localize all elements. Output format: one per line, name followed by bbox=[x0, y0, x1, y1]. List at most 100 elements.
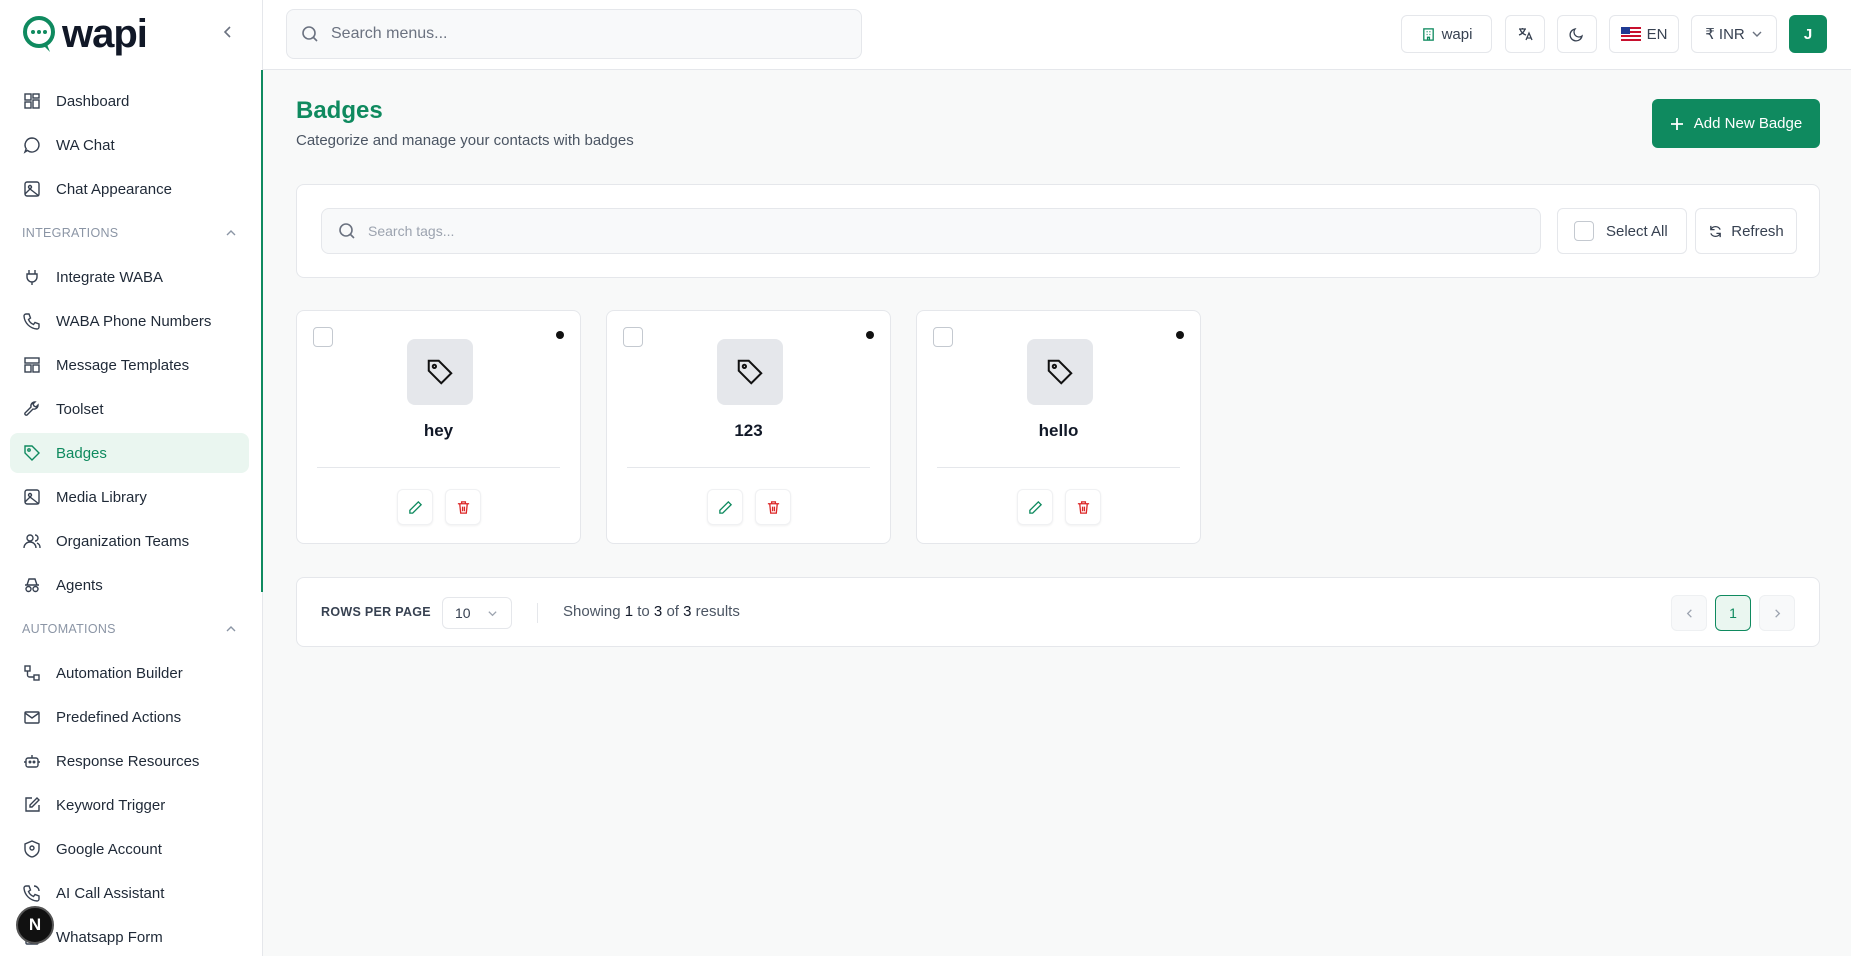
trash-icon bbox=[1077, 500, 1089, 514]
badge-color-dot bbox=[556, 331, 564, 339]
sidebar-item-toolset[interactable]: Toolset bbox=[10, 389, 249, 429]
pencil-icon bbox=[718, 500, 732, 514]
edit-badge-button[interactable] bbox=[397, 489, 433, 525]
edit-badge-button[interactable] bbox=[1017, 489, 1053, 525]
badge-icon-box bbox=[1027, 339, 1093, 405]
total-count: 3 bbox=[683, 603, 692, 620]
sidebar-item-response-resources[interactable]: Response Resources bbox=[10, 741, 249, 781]
sidebar-item-ai-call-assistant[interactable]: AI Call Assistant bbox=[10, 873, 249, 913]
sidebar-item-predefined-actions[interactable]: Predefined Actions bbox=[10, 697, 249, 737]
sidebar-item-label: Chat Appearance bbox=[56, 180, 172, 198]
collapse-sidebar-button[interactable] bbox=[218, 22, 238, 42]
sidebar-item-organization-teams[interactable]: Organization Teams bbox=[10, 521, 249, 561]
currency-selector[interactable]: ₹ INR bbox=[1691, 15, 1777, 53]
tag-icon bbox=[1047, 359, 1073, 385]
delete-badge-button[interactable] bbox=[445, 489, 481, 525]
sidebar-item-google-account[interactable]: Google Account bbox=[10, 829, 249, 869]
language-label: EN bbox=[1646, 25, 1668, 43]
search-icon bbox=[339, 223, 355, 239]
select-all-button[interactable]: Select All bbox=[1557, 208, 1687, 254]
chevron-left-icon bbox=[1686, 608, 1692, 618]
menu-search-input[interactable] bbox=[331, 25, 831, 43]
rows-per-page-select[interactable]: 10 bbox=[442, 597, 512, 629]
app-logo[interactable]: wapi bbox=[20, 12, 148, 56]
sidebar-item-label: WA Chat bbox=[56, 136, 115, 154]
template-icon bbox=[24, 357, 40, 373]
section-integrations-toggle[interactable]: INTEGRATIONS bbox=[10, 213, 249, 253]
workspace-label: wapi bbox=[1441, 25, 1473, 43]
sidebar-item-label: Predefined Actions bbox=[56, 708, 182, 726]
refresh-icon bbox=[1710, 225, 1722, 237]
image-icon bbox=[24, 181, 40, 197]
section-automations-toggle[interactable]: AUTOMATIONS bbox=[10, 609, 249, 649]
user-avatar[interactable]: J bbox=[1789, 15, 1827, 53]
page-title: Badges bbox=[296, 97, 383, 124]
sidebar-item-media-library[interactable]: Media Library bbox=[10, 477, 249, 517]
sidebar-item-automation-builder[interactable]: Automation Builder bbox=[10, 653, 249, 693]
tag-search-input[interactable] bbox=[368, 223, 1518, 239]
bot-icon bbox=[24, 755, 40, 768]
page-subtitle: Categorize and manage your contacts with… bbox=[296, 132, 634, 149]
trash-icon bbox=[457, 500, 469, 514]
page-1-button[interactable]: 1 bbox=[1715, 595, 1751, 631]
workspace-button[interactable]: wapi bbox=[1401, 15, 1492, 53]
sidebar-item-label: Response Resources bbox=[56, 752, 200, 770]
sidebar-item-integrate-waba[interactable]: Integrate WABA bbox=[10, 257, 249, 297]
to-word: to bbox=[637, 603, 650, 620]
sidebar-item-wa-chat[interactable]: WA Chat bbox=[10, 125, 249, 165]
range-to: 3 bbox=[653, 603, 663, 620]
chevron-up-icon bbox=[226, 626, 236, 632]
sidebar-nav: Dashboard WA Chat Chat Appearance INTEGR… bbox=[10, 81, 249, 956]
sidebar-item-label: Whatsapp Form bbox=[56, 928, 163, 946]
language-selector[interactable]: EN bbox=[1609, 15, 1679, 53]
sidebar-item-label: Automation Builder bbox=[56, 664, 183, 682]
chevron-left-icon bbox=[223, 26, 231, 38]
translate-icon bbox=[1518, 28, 1533, 41]
select-all-checkbox[interactable] bbox=[1574, 221, 1594, 241]
sidebar-item-chat-appearance[interactable]: Chat Appearance bbox=[10, 169, 249, 209]
sidebar-item-agents[interactable]: Agents bbox=[10, 565, 249, 605]
previous-page-button[interactable] bbox=[1671, 595, 1707, 631]
refresh-button[interactable]: Refresh bbox=[1695, 208, 1797, 254]
chevron-up-icon bbox=[226, 230, 236, 236]
tag-icon bbox=[427, 359, 453, 385]
search-icon bbox=[302, 26, 318, 42]
theme-toggle-button[interactable] bbox=[1557, 15, 1597, 53]
badge-checkbox[interactable] bbox=[623, 327, 643, 347]
moon-icon bbox=[1569, 28, 1583, 42]
badge-name: hey bbox=[423, 421, 454, 440]
sidebar-item-dashboard[interactable]: Dashboard bbox=[10, 81, 249, 121]
badge-checkbox[interactable] bbox=[933, 327, 953, 347]
edit-square-icon bbox=[25, 797, 40, 812]
sidebar-item-label: Badges bbox=[56, 444, 107, 462]
sidebar-item-label: Keyword Trigger bbox=[56, 796, 166, 814]
shield-icon bbox=[24, 840, 40, 858]
results-summary: Showing 1 to 3 of 3 results bbox=[563, 603, 740, 620]
next-page-button[interactable] bbox=[1759, 595, 1795, 631]
sidebar-item-waba-phone-numbers[interactable]: WABA Phone Numbers bbox=[10, 301, 249, 341]
badge-card: hello bbox=[916, 310, 1201, 544]
sidebar-item-label: Agents bbox=[56, 576, 103, 594]
sidebar-item-message-templates[interactable]: Message Templates bbox=[10, 345, 249, 385]
divider bbox=[317, 467, 560, 468]
edit-badge-button[interactable] bbox=[707, 489, 743, 525]
badge-color-dot bbox=[866, 331, 874, 339]
topbar: wapi EN ₹ INR J bbox=[263, 0, 1851, 70]
badge-checkbox[interactable] bbox=[313, 327, 333, 347]
sidebar-item-badges[interactable]: Badges bbox=[10, 433, 249, 473]
rows-per-page-label: ROWS PER PAGE bbox=[321, 605, 431, 619]
chevron-down-icon bbox=[1752, 31, 1762, 37]
add-new-badge-button[interactable]: Add New Badge bbox=[1652, 99, 1820, 148]
n-badge[interactable]: N bbox=[16, 906, 54, 944]
sidebar-item-label: WABA Phone Numbers bbox=[56, 312, 212, 330]
translate-button[interactable] bbox=[1505, 15, 1545, 53]
divider bbox=[937, 467, 1180, 468]
delete-badge-button[interactable] bbox=[755, 489, 791, 525]
us-flag-icon bbox=[1620, 27, 1641, 41]
badge-name: 123 bbox=[734, 421, 763, 440]
sidebar-item-keyword-trigger[interactable]: Keyword Trigger bbox=[10, 785, 249, 825]
chat-bubble-icon bbox=[23, 137, 40, 154]
app-name: wapi bbox=[62, 12, 148, 56]
delete-badge-button[interactable] bbox=[1065, 489, 1101, 525]
badge-icon-box bbox=[717, 339, 783, 405]
